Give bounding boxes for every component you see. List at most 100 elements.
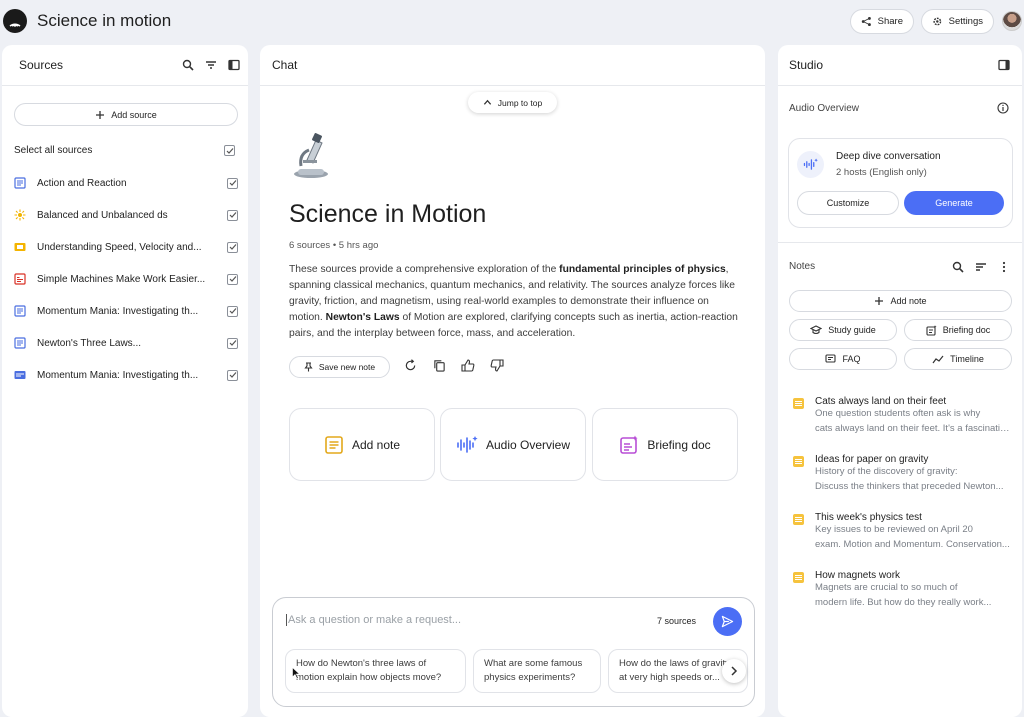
source-checkbox[interactable] <box>227 209 238 221</box>
save-note-button[interactable]: Save new note <box>289 356 390 378</box>
add-source-label: Add source <box>111 109 157 120</box>
source-label: Understanding Speed, Velocity and... <box>37 241 202 253</box>
next-suggestions-button[interactable] <box>722 659 746 683</box>
search-sources-button[interactable] <box>180 57 196 73</box>
regenerate-button[interactable] <box>404 359 417 372</box>
note-title: Ideas for paper on gravity <box>815 454 929 465</box>
suggestion-chip[interactable]: What are some famous physics experiments… <box>473 649 601 693</box>
add-note-label: Add note <box>890 296 927 306</box>
thumbs-up-button[interactable] <box>461 359 475 372</box>
source-item[interactable]: Understanding Speed, Velocity and... <box>14 237 238 257</box>
filter-sources-button[interactable] <box>203 57 219 73</box>
thumbs-up-icon <box>461 359 475 372</box>
info-button[interactable] <box>997 102 1009 114</box>
source-label: Momentum Mania: Investigating th... <box>37 305 199 317</box>
doc-icon <box>14 177 26 189</box>
timeline-icon <box>932 355 944 363</box>
doc-icon <box>14 305 26 317</box>
note-item[interactable]: This week's physics test Key issues to b… <box>793 512 1015 552</box>
check-icon <box>229 276 236 282</box>
source-checkbox[interactable] <box>227 337 238 349</box>
doc-icon <box>14 337 26 349</box>
collapse-studio-button[interactable] <box>996 57 1012 73</box>
thumbs-down-button[interactable] <box>490 359 504 372</box>
select-all-checkbox[interactable] <box>224 145 235 156</box>
sort-icon <box>976 263 986 271</box>
note-item[interactable]: Ideas for paper on gravity History of th… <box>793 454 1015 494</box>
note-icon <box>793 514 804 525</box>
copy-button[interactable] <box>433 359 446 372</box>
suggestion-line: How do Newton's three laws of <box>296 658 427 669</box>
copy-icon <box>434 360 445 372</box>
avatar[interactable] <box>1002 11 1022 31</box>
save-note-label: Save new note <box>318 362 376 372</box>
filter-icon <box>206 61 216 69</box>
audio-overview-card[interactable]: Audio Overview <box>440 408 586 481</box>
studio-title: Studio <box>789 58 824 72</box>
app-logo[interactable] <box>3 9 27 33</box>
search-icon <box>952 261 964 273</box>
timeline-button[interactable]: Timeline <box>904 348 1012 370</box>
panel-right-icon <box>998 59 1010 71</box>
source-checkbox[interactable] <box>227 273 238 285</box>
check-icon <box>226 147 233 154</box>
select-all-label: Select all sources <box>14 145 93 156</box>
customize-button[interactable]: Customize <box>797 191 899 215</box>
generate-button[interactable]: Generate <box>904 191 1004 215</box>
source-checkbox[interactable] <box>227 177 238 189</box>
source-checkbox[interactable] <box>227 305 238 317</box>
collapse-sources-button[interactable] <box>226 57 242 73</box>
source-item[interactable]: Momentum Mania: Investigating th... <box>14 365 238 385</box>
plus-icon <box>875 297 884 305</box>
chat-input[interactable]: Ask a question or make a request... <box>286 614 461 626</box>
check-icon <box>229 180 236 186</box>
chevron-up-icon <box>483 99 491 105</box>
check-icon <box>229 340 236 346</box>
thumbs-down-icon <box>490 359 504 372</box>
source-label: Action and Reaction <box>37 177 127 189</box>
add-note-button[interactable]: Add note <box>789 290 1012 312</box>
add-source-button[interactable]: Add source <box>14 103 238 126</box>
faq-button[interactable]: FAQ <box>789 348 897 370</box>
source-item[interactable]: Balanced and Unbalanced ds <box>14 205 238 225</box>
share-label: Share <box>877 16 903 27</box>
source-item[interactable]: Simple Machines Make Work Easier... <box>14 269 238 289</box>
add-note-card[interactable]: Add note <box>289 408 435 481</box>
briefing-doc-card[interactable]: Briefing doc <box>592 408 738 481</box>
more-options-button[interactable] <box>996 259 1012 275</box>
refresh-icon <box>405 359 416 371</box>
source-item[interactable]: Action and Reaction <box>14 173 238 193</box>
check-icon <box>229 372 236 378</box>
suggestion-line: at very high speeds or... <box>619 672 720 683</box>
chat-title: Chat <box>272 58 298 72</box>
note-title: How magnets work <box>815 570 901 581</box>
notebook-summary: These sources provide a comprehensive ex… <box>289 262 739 342</box>
settings-button[interactable]: Settings <box>921 9 994 34</box>
suggestion-chip[interactable]: How do Newton's three laws of motion exp… <box>285 649 466 693</box>
notebook-title[interactable]: Science in motion <box>37 11 171 31</box>
sort-notes-button[interactable] <box>973 259 989 275</box>
note-item[interactable]: Cats always land on their feet One quest… <box>793 396 1015 436</box>
more-vert-icon <box>1002 261 1006 273</box>
microscope-icon <box>289 130 333 180</box>
share-button[interactable]: Share <box>850 9 914 34</box>
note-icon <box>793 572 804 583</box>
source-checkbox[interactable] <box>227 369 238 381</box>
study-guide-button[interactable]: Study guide <box>789 319 897 341</box>
jump-to-top-button[interactable]: Jump to top <box>468 92 557 113</box>
send-icon <box>721 615 734 628</box>
source-checkbox[interactable] <box>227 241 238 253</box>
send-button[interactable] <box>713 607 742 636</box>
source-item[interactable]: Newton's Three Laws... <box>14 333 238 353</box>
video-icon <box>14 369 26 381</box>
briefing-doc-button[interactable]: Briefing doc <box>904 319 1012 341</box>
source-item[interactable]: Momentum Mania: Investigating th... <box>14 301 238 321</box>
source-label: Simple Machines Make Work Easier... <box>37 273 206 285</box>
audio-overview-card-label: Audio Overview <box>485 437 571 452</box>
slides-icon <box>14 241 26 253</box>
faq-icon <box>825 354 837 363</box>
summary-text-1: These sources provide a comprehensive ex… <box>289 264 560 275</box>
note-item[interactable]: How magnets work Magnets are crucial to … <box>793 570 1015 610</box>
summary-bold-1: fundamental principles of physics <box>559 264 726 275</box>
search-notes-button[interactable] <box>950 259 966 275</box>
